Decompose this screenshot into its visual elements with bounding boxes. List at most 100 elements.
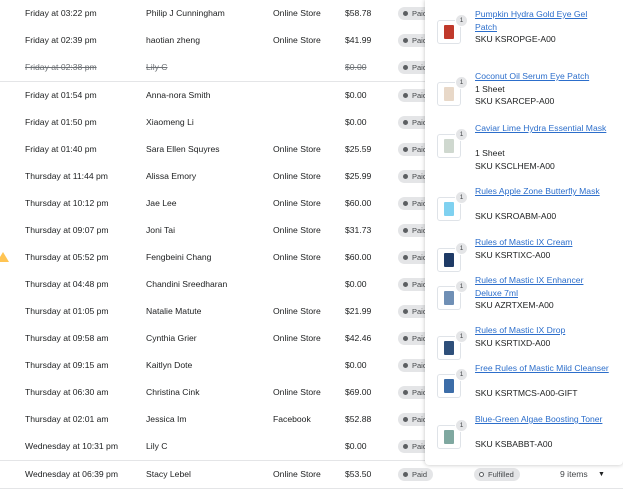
quantity-badge: 1 (455, 76, 468, 89)
product-link[interactable]: Blue-Green Algae Boosting Toner (475, 413, 610, 426)
order-total: $0.00 (345, 117, 367, 127)
line-items-popover: 1 Pumpkin Hydra Gold Eye Gel Patch SKU KSR… (425, 0, 623, 465)
order-channel: Online Store (273, 387, 321, 397)
order-channel: Online Store (273, 144, 321, 154)
product-link[interactable]: Free Rules of Mastic Mild Cleanser (475, 362, 610, 375)
quantity-badge: 1 (455, 242, 468, 255)
product-sku: SKU KSRTIXD-A00 (475, 337, 551, 348)
order-total: $0.00 (345, 279, 367, 289)
order-total: $0.00 (345, 90, 367, 100)
order-customer[interactable]: Joni Tai (146, 217, 175, 244)
order-customer[interactable]: Christina Cink (146, 379, 200, 406)
order-customer[interactable]: Natalie Matute (146, 298, 201, 325)
order-total: $60.00 (345, 198, 372, 208)
quantity-badge: 1 (455, 368, 468, 381)
product-link[interactable]: Rules Apple Zone Butterfly Mask (475, 185, 610, 198)
order-date[interactable]: Friday at 01:54 pm (25, 82, 97, 109)
order-date[interactable]: Thursday at 05:52 pm (25, 244, 109, 271)
product-sku: SKU KSRTIXC-A00 (475, 249, 551, 260)
order-channel: Online Store (273, 171, 321, 181)
quantity-badge: 1 (455, 191, 468, 204)
order-total: $0.00 (345, 62, 367, 72)
product-sku: SKU KSROABM-A00 (475, 211, 557, 221)
chevron-down-icon[interactable]: ▼ (598, 461, 605, 488)
product-image-icon (444, 291, 454, 305)
order-customer[interactable]: Cynthia Grier (146, 325, 197, 352)
order-customer[interactable]: Kaitlyn Dote (146, 352, 192, 379)
order-customer[interactable]: Anna-nora Smith (146, 82, 211, 109)
order-total: $69.00 (345, 387, 372, 397)
order-date[interactable]: Thursday at 09:07 pm (25, 217, 109, 244)
product-sku: SKU KSROPGE-A00 (475, 34, 556, 44)
quantity-badge: 1 (455, 128, 468, 141)
quantity-badge: 1 (455, 280, 468, 293)
order-channel: Facebook (273, 414, 311, 424)
order-channel: Online Store (273, 306, 321, 316)
order-date[interactable]: Thursday at 01:05 pm (25, 298, 109, 325)
order-total: $31.73 (345, 225, 372, 235)
order-customer[interactable]: Xiaomeng Li (146, 109, 194, 136)
product-image-icon (444, 202, 454, 216)
order-customer[interactable]: Jessica Im (146, 406, 187, 433)
product-image-icon (444, 379, 454, 393)
order-row[interactable]: Wednesday at 06:39 pm Stacy Lebel Online S… (0, 461, 623, 489)
order-customer[interactable]: Alissa Emory (146, 163, 196, 190)
order-total: $25.59 (345, 144, 372, 154)
order-total: $41.99 (345, 35, 372, 45)
quantity-badge: 1 (455, 330, 468, 343)
order-date[interactable]: Thursday at 11:44 pm (25, 163, 108, 190)
order-date[interactable]: Thursday at 09:58 am (25, 325, 109, 352)
order-customer[interactable]: Chandini Sreedharan (146, 271, 227, 298)
product-sku: SKU KSARCEP-A00 (475, 96, 555, 106)
product-variant: 1 Sheet (475, 83, 505, 94)
product-link[interactable]: Caviar Lime Hydra Essential Mask (475, 122, 610, 135)
order-date[interactable]: Friday at 02:38 pm (25, 54, 97, 81)
order-customer[interactable]: Stacy Lebel (146, 461, 191, 488)
order-customer[interactable]: Lily C (146, 54, 168, 81)
product-link[interactable]: Rules of Mastic IX Enhancer Deluxe 7ml (475, 274, 610, 299)
order-date[interactable]: Thursday at 04:48 pm (25, 271, 109, 298)
order-date[interactable]: Thursday at 02:01 am (25, 406, 109, 433)
order-channel: Online Store (273, 225, 321, 235)
order-date[interactable]: Wednesday at 06:39 pm (25, 461, 118, 488)
order-date[interactable]: Friday at 02:39 pm (25, 27, 97, 54)
order-date[interactable]: Thursday at 10:12 pm (25, 190, 109, 217)
product-image-icon (444, 87, 454, 101)
order-channel: Online Store (273, 8, 321, 18)
order-channel: Online Store (273, 252, 321, 262)
product-sku: SKU KSRTMCS-A00-GIFT (475, 388, 578, 398)
product-image-icon (444, 253, 454, 267)
order-channel: Online Store (273, 469, 321, 479)
fulfillment-status-badge: Fulfilled (474, 468, 520, 481)
order-date[interactable]: Friday at 01:50 pm (25, 109, 97, 136)
product-sku: SKU KSCLHEM-A00 (475, 160, 555, 171)
product-image-icon (444, 139, 454, 153)
order-customer[interactable]: Lily C (146, 433, 168, 460)
product-link[interactable]: Rules of Mastic IX Cream (475, 236, 610, 249)
order-total: $25.99 (345, 171, 372, 181)
order-date[interactable]: Thursday at 06:30 am (25, 379, 109, 406)
order-date[interactable]: Friday at 01:40 pm (25, 136, 97, 163)
order-channel: Online Store (273, 333, 321, 343)
order-date[interactable]: Friday at 03:22 pm (25, 0, 97, 27)
items-dropdown[interactable]: 9 items (560, 461, 588, 488)
order-customer[interactable]: Fengbeini Chang (146, 244, 211, 271)
product-image-icon (444, 341, 454, 355)
payment-status-badge: Paid (398, 468, 434, 481)
order-date[interactable]: Wednesday at 10:31 pm (25, 433, 118, 460)
order-customer[interactable]: Sara Ellen Squyres (146, 136, 220, 163)
quantity-badge: 1 (455, 14, 468, 27)
order-customer[interactable]: haotian zheng (146, 27, 200, 54)
product-link[interactable]: Rules of Mastic IX Drop (475, 324, 610, 337)
product-image-icon (444, 25, 454, 39)
order-date[interactable]: Thursday at 09:15 am (25, 352, 109, 379)
order-total: $0.00 (345, 441, 367, 451)
product-link[interactable]: Coconut Oil Serum Eye Patch (475, 70, 610, 83)
product-sku: SKU AZRTXEM-A00 (475, 300, 554, 310)
order-customer[interactable]: Jae Lee (146, 190, 177, 217)
product-link[interactable]: Pumpkin Hydra Gold Eye Gel Patch (475, 8, 610, 33)
order-customer[interactable]: Philip J Cunningham (146, 0, 225, 27)
product-image-icon (444, 430, 454, 444)
order-channel: Online Store (273, 35, 321, 45)
order-total: $53.50 (345, 469, 372, 479)
